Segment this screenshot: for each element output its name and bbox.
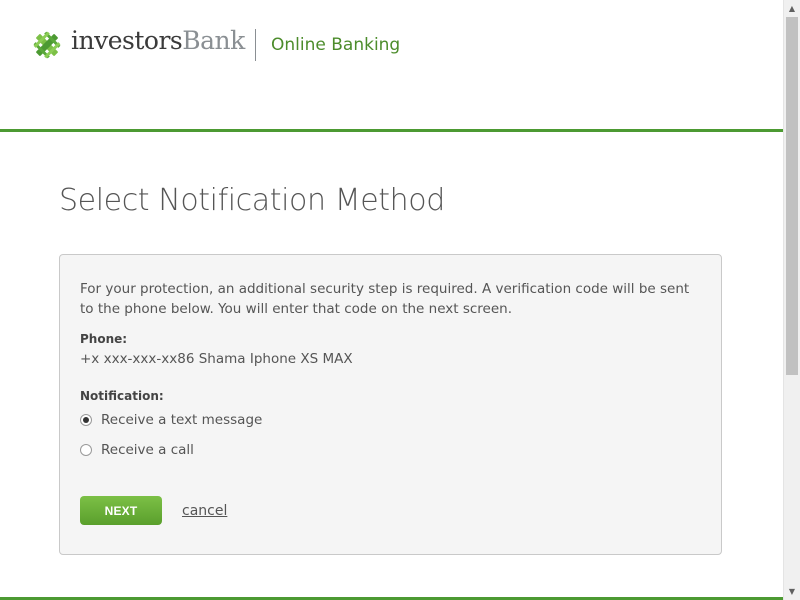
option-call[interactable]: Receive a call xyxy=(80,440,194,460)
logo-text-bank: Bank xyxy=(182,26,245,55)
header-divider xyxy=(255,29,256,61)
scroll-up-arrow-icon[interactable]: ▲ xyxy=(784,0,800,17)
intro-text: For your protection, an additional secur… xyxy=(80,281,690,317)
page-title: Select Notification Method xyxy=(59,183,445,218)
notification-panel: For your protection, an additional secur… xyxy=(59,254,722,555)
scroll-thumb[interactable] xyxy=(786,17,798,375)
phone-label: Phone: xyxy=(80,332,128,346)
investors-bank-logo-icon xyxy=(33,31,61,59)
option-call-label: Receive a call xyxy=(101,442,194,458)
cancel-link[interactable]: cancel xyxy=(182,503,227,519)
radio-call[interactable] xyxy=(80,444,92,456)
header-title: Online Banking xyxy=(271,35,401,55)
option-text-message-label: Receive a text message xyxy=(101,412,263,428)
page: investorsBank Online Banking Select Noti… xyxy=(0,0,783,600)
logo-wordmark: investorsBank xyxy=(71,26,245,55)
scroll-down-arrow-icon[interactable]: ▼ xyxy=(784,583,800,600)
logo-text-investors: investors xyxy=(71,26,183,55)
radio-text-message[interactable] xyxy=(80,414,92,426)
next-button[interactable]: NEXT xyxy=(80,496,162,525)
phone-value: +x xxx-xxx-xx86 Shama Iphone XS MAX xyxy=(80,351,353,367)
option-text-message[interactable]: Receive a text message xyxy=(80,410,262,430)
site-header: investorsBank Online Banking xyxy=(0,0,783,130)
header-rule xyxy=(0,129,783,132)
vertical-scrollbar[interactable]: ▲ ▼ xyxy=(783,0,800,600)
notification-label: Notification: xyxy=(80,389,164,403)
